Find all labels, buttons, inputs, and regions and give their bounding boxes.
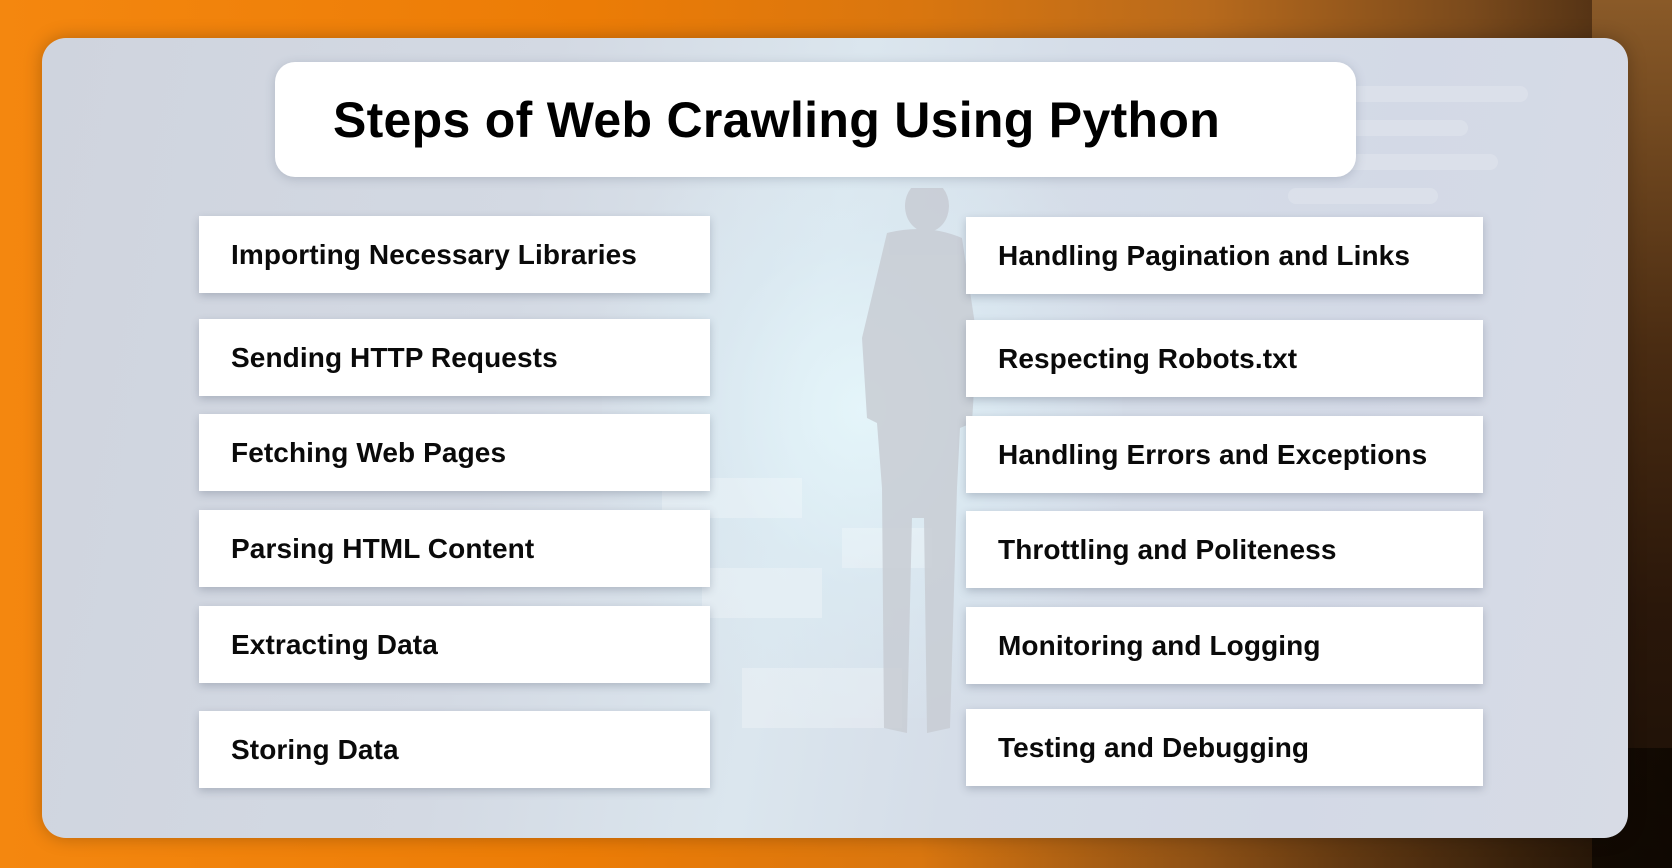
step-card-testing-debugging: Testing and Debugging bbox=[966, 709, 1483, 786]
step-label: Handling Pagination and Links bbox=[998, 239, 1411, 271]
step-label: Parsing HTML Content bbox=[231, 532, 535, 564]
person-silhouette-icon bbox=[862, 188, 977, 733]
step-card-importing-libraries: Importing Necessary Libraries bbox=[199, 216, 710, 293]
step-label: Handling Errors and Exceptions bbox=[998, 438, 1428, 470]
title-card: Steps of Web Crawling Using Python bbox=[275, 62, 1356, 177]
page-title: Steps of Web Crawling Using Python bbox=[332, 91, 1221, 148]
step-label: Fetching Web Pages bbox=[231, 436, 507, 468]
step-card-robots-txt: Respecting Robots.txt bbox=[966, 320, 1483, 397]
step-card-extracting-data: Extracting Data bbox=[199, 606, 710, 683]
step-label: Importing Necessary Libraries bbox=[231, 238, 637, 270]
step-label: Storing Data bbox=[231, 733, 399, 765]
step-label: Testing and Debugging bbox=[998, 731, 1310, 763]
step-label: Respecting Robots.txt bbox=[998, 342, 1298, 374]
step-card-throttling-politeness: Throttling and Politeness bbox=[966, 511, 1483, 588]
step-card-errors-exceptions: Handling Errors and Exceptions bbox=[966, 416, 1483, 493]
step-label: Monitoring and Logging bbox=[998, 629, 1321, 661]
step-label: Extracting Data bbox=[231, 628, 438, 660]
step-card-parsing-html: Parsing HTML Content bbox=[199, 510, 710, 587]
step-card-monitoring-logging: Monitoring and Logging bbox=[966, 607, 1483, 684]
step-card-storing-data: Storing Data bbox=[199, 711, 710, 788]
step-label: Throttling and Politeness bbox=[998, 533, 1337, 565]
floor-tile bbox=[702, 568, 822, 618]
step-card-pagination-links: Handling Pagination and Links bbox=[966, 217, 1483, 294]
step-card-fetching-pages: Fetching Web Pages bbox=[199, 414, 710, 491]
step-card-sending-requests: Sending HTTP Requests bbox=[199, 319, 710, 396]
step-label: Sending HTTP Requests bbox=[231, 341, 558, 373]
code-line bbox=[1288, 188, 1438, 204]
